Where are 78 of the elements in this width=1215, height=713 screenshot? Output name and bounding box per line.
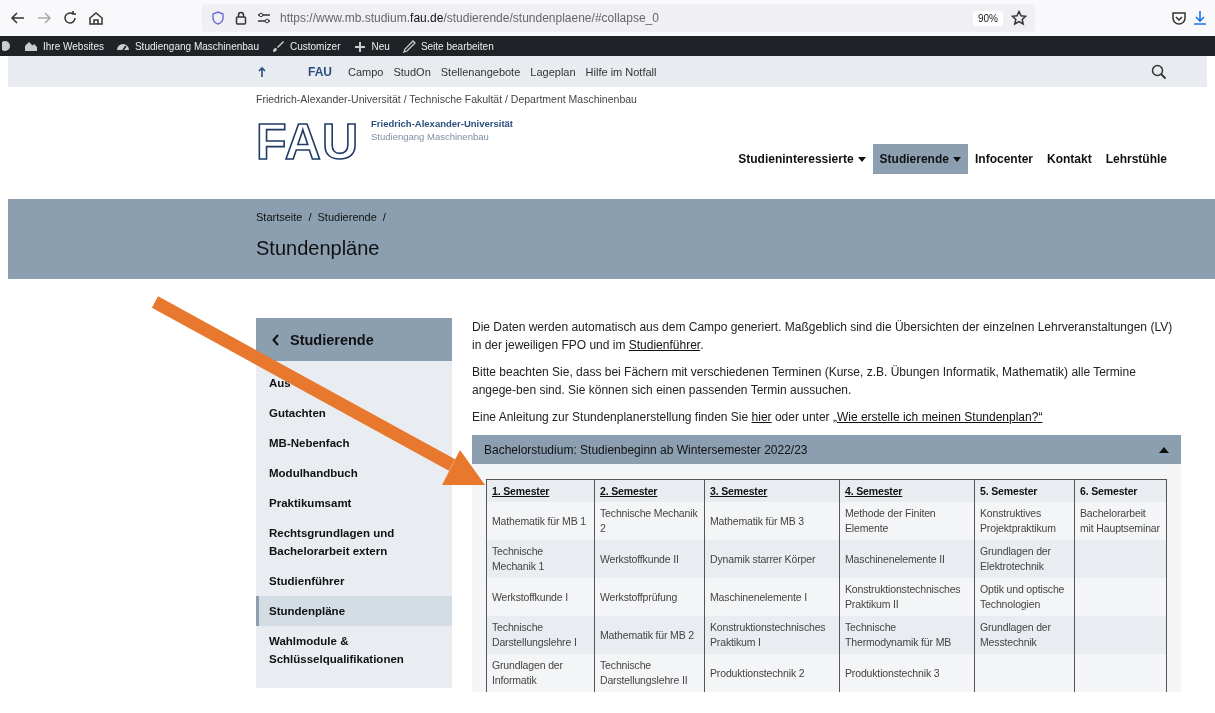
chevron-left-icon <box>272 333 280 346</box>
text-link[interactable]: Studienführer <box>628 338 701 352</box>
sidebar-item[interactable]: MB-Nebenfach <box>256 428 360 458</box>
url-text: https://www.mb.studium.fau.de/studierende/stundenplaene/#collapse_0 <box>280 11 659 25</box>
text-link[interactable]: „Wie erstelle ich meinen Stundenplan?“ <box>832 410 1043 424</box>
sidebar-header[interactable]: Studierende <box>256 318 452 361</box>
main-nav-item[interactable]: Infocenter <box>967 144 1040 174</box>
table-cell: Werkstoffkunde II <box>594 540 705 578</box>
table-cell: Maschinenelemente II <box>839 540 975 578</box>
brush-icon <box>270 39 285 53</box>
main-nav-item[interactable]: Studieninteressierte <box>731 144 873 174</box>
main-nav-item[interactable]: Kontakt <box>1040 144 1099 174</box>
breadcrumb-separator: / <box>308 211 312 223</box>
paragraph: Die Daten werden automatisch aus dem Campo generiert. Maßgeblich sind die Übersichten der einzelnen Lehrveranstaltungen (LV) in der jeweiligen FPO und im Studienführer. <box>472 319 1174 354</box>
pencil-icon <box>401 39 416 53</box>
admin-bar-item[interactable]: Studiengang Maschinenbau <box>115 39 259 53</box>
table-cell: Technische Thermodynamik für MB <box>839 616 975 654</box>
star-icon[interactable] <box>1011 10 1027 26</box>
sidebar-item[interactable]: Studienführer <box>256 566 355 596</box>
column-header[interactable]: 2. Semester <box>594 479 705 502</box>
houses-icon <box>24 39 38 53</box>
university-name: Friedrich-Alexander-Universität <box>371 117 513 130</box>
pocket-icon[interactable] <box>1171 10 1187 26</box>
sidebar-item[interactable]: Wahlmodule & Schlüsselqualifikationen <box>256 626 452 674</box>
table-cell: Produktionstechnik 3 <box>839 654 975 692</box>
fau-home-link[interactable]: FAU <box>258 64 332 79</box>
table-cell: Grundlagen der Messtechnik <box>974 616 1075 654</box>
admin-bar-item[interactable]: Ihre Websites <box>24 39 104 53</box>
breadcrumb-link[interactable]: Startseite <box>256 211 303 223</box>
address-bar[interactable]: https://www.mb.studium.fau.de/studierende/stundenplaene/#collapse_0 90% <box>202 4 1035 32</box>
paragraph: Eine Anleitung zur Stundenplanerstellung finden Sie hier oder unter „Wie erstelle ich meinen Stundenplan?“ <box>472 409 1044 426</box>
meta-nav-link[interactable]: Hilfe im Notfall <box>585 65 657 78</box>
plus-icon <box>352 39 367 53</box>
table-cell: Technische Darstellungslehre II <box>594 654 705 692</box>
table-cell: Produktionstechnik 2 <box>704 654 840 692</box>
meta-nav-link[interactable]: Stellenangebote <box>440 65 521 78</box>
breadcrumb-separator: / <box>382 211 386 223</box>
download-icon[interactable] <box>1193 10 1207 26</box>
column-header[interactable]: 4. Semester <box>839 479 975 502</box>
fau-logo[interactable]: FAU <box>256 119 359 165</box>
shield-icon[interactable] <box>210 10 226 26</box>
table-cell: Grundlagen der Informatik <box>486 654 595 692</box>
table-cell: Dynamik starrer Körper <box>704 540 840 578</box>
program-name: Studiengang Maschinenbau <box>371 130 490 143</box>
sidebar-item[interactable]: Gutachten <box>256 398 336 428</box>
main-nav-item[interactable]: Lehrstühle <box>1098 144 1174 174</box>
admin-bar-item[interactable]: Neu <box>352 39 390 53</box>
main-nav-item[interactable]: Studierende <box>872 144 968 174</box>
meta-nav-link[interactable]: Campo <box>348 65 384 78</box>
accordion-header[interactable]: Bachelorstudium: Studienbeginn ab Wintersemester 2022/23 <box>472 435 1181 464</box>
admin-bar-item[interactable]: Customizer <box>270 39 341 53</box>
sidebar-item[interactable]: Modulhandbuch <box>256 458 368 488</box>
column-header[interactable]: 1. Semester <box>486 479 595 502</box>
table-cell: Konstruktionstechnisches Praktikum I <box>704 616 840 654</box>
paragraph: Bitte beachten Sie, dass bei Fächern mit verschiedenen Terminen (Kurse, z.B. Übungen Informatik, Mathematik) alle Termine angege-ben sind. Sie können sich einen passenden Termin aussuchen. <box>472 364 1137 399</box>
meta-nav-link[interactable]: Lageplan <box>530 65 576 78</box>
column-header: 6. Semester <box>1074 479 1167 502</box>
sidebar-item[interactable]: Rechtsgrundlagen und Bachelorarbeit extern <box>256 518 452 566</box>
table-cell: Technische Darstellungslehre I <box>486 616 595 654</box>
table-cell: Grundlagen der Elektrotechnik <box>974 540 1075 578</box>
meta-nav-link[interactable]: StudOn <box>393 65 431 78</box>
column-header[interactable]: 3. Semester <box>704 479 840 502</box>
table-cell: Mathematik für MB 2 <box>594 616 705 654</box>
text-link[interactable]: hier <box>751 410 772 424</box>
search-icon[interactable] <box>1151 63 1167 80</box>
sidebar-item[interactable]: Praktikumsamt <box>256 488 362 518</box>
admin-bar-item[interactable]: Seite bearbeiten <box>401 39 494 53</box>
breadcrumb-link[interactable]: Studierende <box>317 211 377 223</box>
sidebar-item[interactable]: Aus <box>256 361 301 398</box>
up-arrow-icon <box>258 65 266 78</box>
page-title: Stundenpläne <box>256 237 381 260</box>
table-cell: Technische Mechanik 1 <box>486 540 595 578</box>
sidebar-item[interactable]: Stundenpläne <box>256 596 452 626</box>
org-breadcrumb: Friedrich-Alexander-Universität / Technische Fakultät / Department Maschinenbau <box>256 92 638 107</box>
lock-icon[interactable] <box>234 10 248 26</box>
column-header: 5. Semester <box>974 479 1075 502</box>
zoom-level[interactable]: 90% <box>973 10 1003 26</box>
sliders-icon[interactable] <box>256 11 272 25</box>
